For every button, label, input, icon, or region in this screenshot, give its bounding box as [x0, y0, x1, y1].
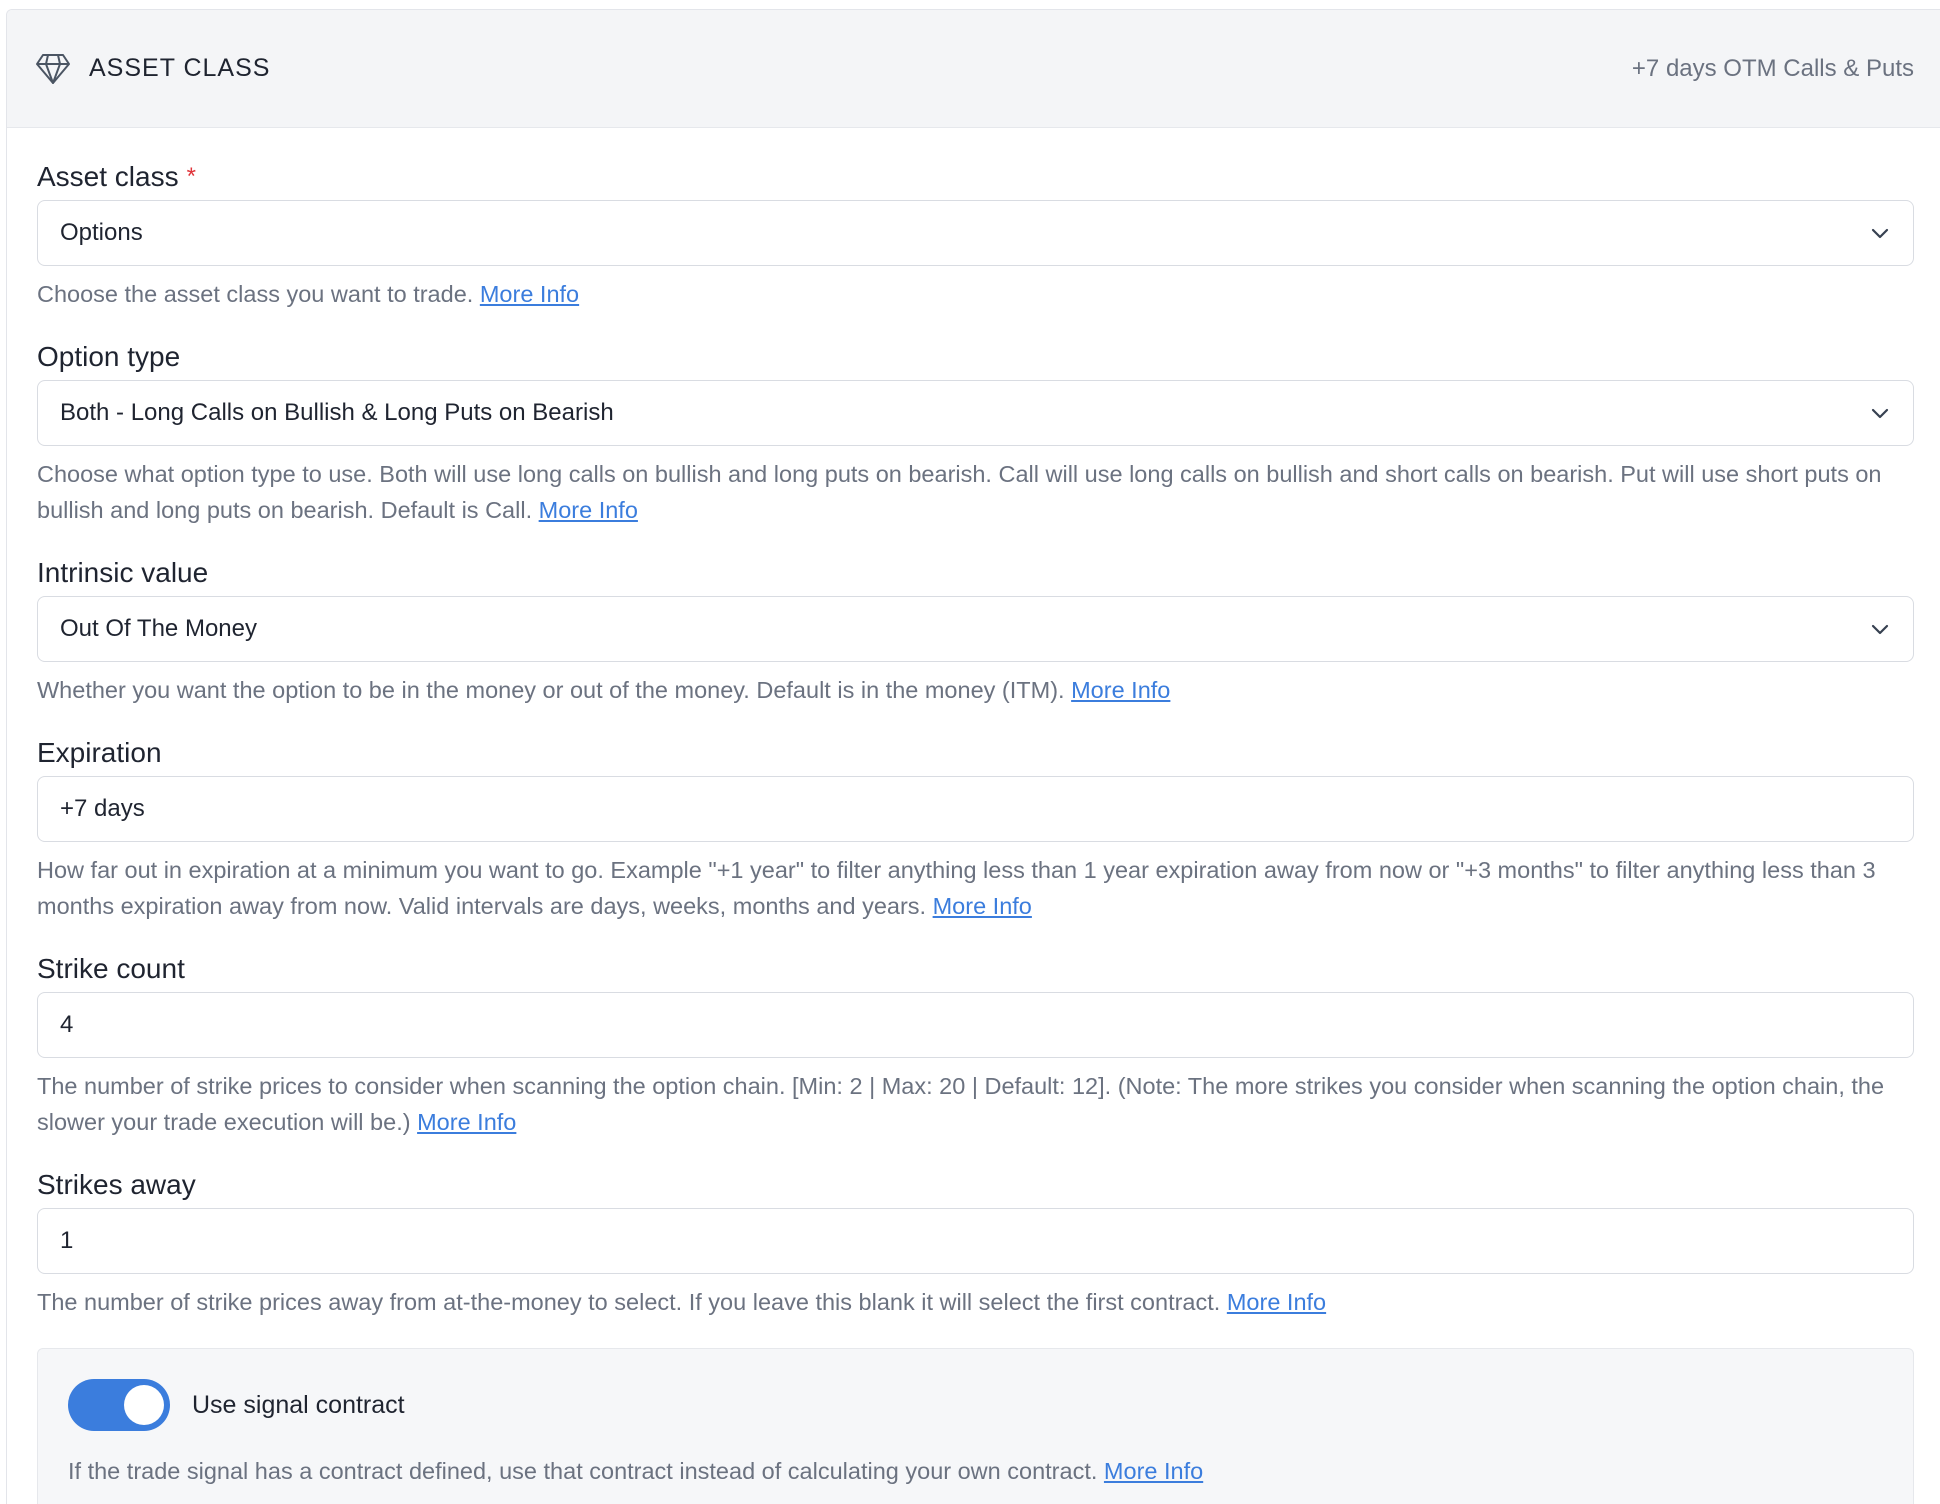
asset-class-value: Options: [60, 219, 143, 246]
strike-count-input[interactable]: 4: [37, 992, 1914, 1058]
expiration-input[interactable]: +7 days: [37, 776, 1914, 842]
strike-count-help: The number of strike prices to consider …: [37, 1073, 1885, 1135]
option-type-value: Both - Long Calls on Bullish & Long Puts…: [60, 399, 614, 426]
signal-contract-panel: Use signal contract If the trade signal …: [37, 1348, 1914, 1504]
card-summary: +7 days OTM Calls & Puts: [1631, 54, 1914, 82]
asset-class-label: Asset class *: [37, 161, 196, 192]
option-type-field: Option type Both - Long Calls on Bullish…: [37, 340, 1914, 528]
expiration-field: Expiration +7 days How far out in expira…: [37, 736, 1914, 924]
intrinsic-value-select[interactable]: Out Of The Money: [37, 596, 1914, 662]
expiration-value: +7 days: [60, 795, 145, 822]
asset-class-select[interactable]: Options: [37, 200, 1914, 266]
strikes-away-more-info-link[interactable]: More Info: [1227, 1289, 1326, 1315]
card-title: ASSET CLASS: [89, 54, 271, 82]
strikes-away-label: Strikes away: [37, 1169, 196, 1200]
signal-contract-toggle[interactable]: [68, 1379, 170, 1431]
intrinsic-value-label: Intrinsic value: [37, 557, 209, 588]
expiration-label: Expiration: [37, 737, 162, 768]
chevron-down-icon: [1869, 402, 1891, 424]
signal-contract-help: If the trade signal has a contract defin…: [68, 1458, 1204, 1484]
strikes-away-value: 1: [60, 1227, 74, 1254]
expiration-more-info-link[interactable]: More Info: [933, 893, 1032, 919]
option-type-help: Choose what option type to use. Both wil…: [37, 461, 1882, 523]
diamond-icon: [35, 50, 73, 88]
chevron-down-icon: [1869, 222, 1891, 244]
strike-count-field: Strike count 4 The number of strike pric…: [37, 952, 1914, 1140]
strike-count-more-info-link[interactable]: More Info: [417, 1109, 516, 1135]
intrinsic-value-help: Whether you want the option to be in the…: [37, 677, 1171, 703]
strikes-away-field: Strikes away 1 The number of strike pric…: [37, 1168, 1914, 1320]
strike-count-label: Strike count: [37, 953, 185, 984]
asset-class-field: Asset class * Options Choose the asset c…: [37, 160, 1914, 312]
intrinsic-value-value: Out Of The Money: [60, 615, 257, 642]
option-type-more-info-link[interactable]: More Info: [539, 497, 638, 523]
asset-class-more-info-link[interactable]: More Info: [480, 281, 579, 307]
intrinsic-value-more-info-link[interactable]: More Info: [1071, 677, 1170, 703]
signal-contract-row: Use signal contract: [68, 1379, 1883, 1431]
intrinsic-value-field: Intrinsic value Out Of The Money Whether…: [37, 556, 1914, 708]
strikes-away-help: The number of strike prices away from at…: [37, 1289, 1327, 1315]
asset-class-help: Choose the asset class you want to trade…: [37, 281, 580, 307]
signal-contract-more-info-link[interactable]: More Info: [1104, 1458, 1203, 1484]
card-body: Asset class * Options Choose the asset c…: [7, 128, 1940, 1504]
required-marker: *: [186, 163, 196, 190]
expiration-help: How far out in expiration at a minimum y…: [37, 857, 1876, 919]
strikes-away-input[interactable]: 1: [37, 1208, 1914, 1274]
card-header[interactable]: ASSET CLASS +7 days OTM Calls & Puts: [7, 10, 1940, 128]
chevron-down-icon: [1869, 618, 1891, 640]
toggle-knob: [124, 1385, 164, 1425]
option-type-select[interactable]: Both - Long Calls on Bullish & Long Puts…: [37, 380, 1914, 446]
asset-class-card: ASSET CLASS +7 days OTM Calls & Puts Ass…: [6, 9, 1940, 1504]
strike-count-value: 4: [60, 1011, 74, 1038]
option-type-label: Option type: [37, 341, 181, 372]
signal-contract-label: Use signal contract: [192, 1390, 405, 1419]
